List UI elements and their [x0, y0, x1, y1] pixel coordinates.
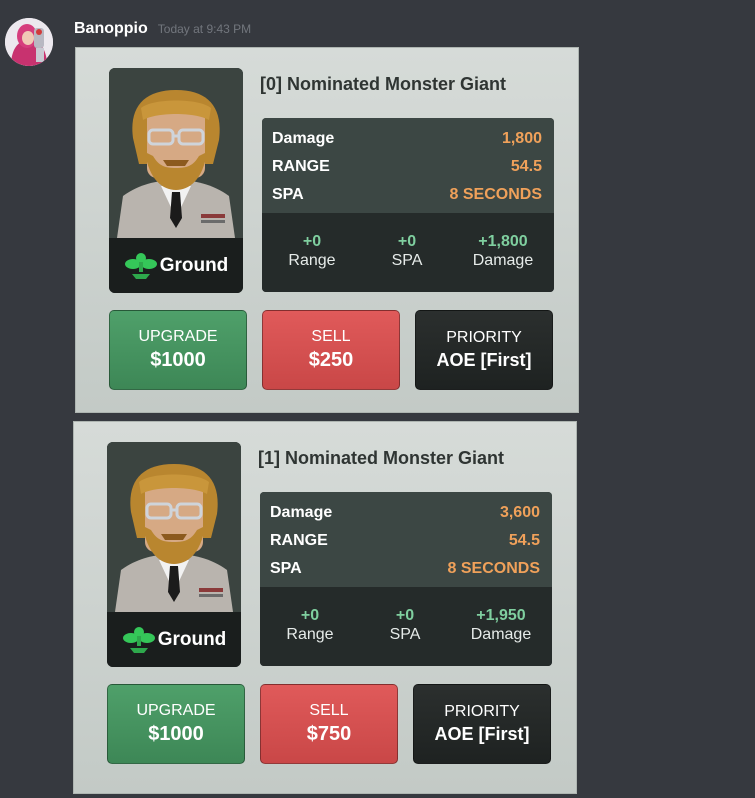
unit-portrait-icon — [107, 442, 241, 612]
stats-boosts: +0 Range +0 SPA +1,800 Damage — [262, 213, 554, 292]
stat-spa: SPA 8 SECONDS — [270, 560, 540, 578]
stat-damage: Damage 1,800 — [272, 130, 542, 148]
stat-value: 8 SECONDS — [447, 560, 540, 577]
stat-range: RANGE 54.5 — [272, 158, 542, 176]
placement-label: Ground — [109, 238, 243, 293]
stats-panel: Damage 1,800 RANGE 54.5 SPA 8 SECONDS +0… — [262, 118, 554, 292]
stat-value: 54.5 — [508, 532, 540, 549]
user-avatar[interactable] — [5, 18, 53, 66]
username[interactable]: Banoppio — [74, 20, 148, 38]
user-avatar-icon — [5, 18, 53, 66]
boost-range: +0 Range — [267, 233, 357, 270]
timestamp: Today at 9:43 PM — [157, 22, 252, 36]
boost-label: Damage — [470, 626, 532, 643]
boost-spa: +0 SPA — [360, 607, 450, 644]
placement-text: Ground — [157, 628, 227, 650]
upgrade-cost: $1000 — [150, 349, 206, 371]
priority-label: PRIORITY — [444, 703, 520, 720]
stat-damage: Damage 3,600 — [270, 504, 540, 522]
sell-button[interactable]: SELL $250 — [262, 310, 400, 390]
unit-title: [1] Nominated Monster Giant — [258, 448, 505, 468]
boost-value: +1,800 — [478, 233, 528, 250]
unit-title: [0] Nominated Monster Giant — [260, 74, 507, 94]
priority-button[interactable]: PRIORITY AOE [First] — [413, 684, 551, 764]
sell-value: $750 — [306, 723, 352, 745]
stat-value: 3,600 — [499, 504, 540, 521]
priority-label: PRIORITY — [446, 329, 522, 346]
stats-panel: Damage 3,600 RANGE 54.5 SPA 8 SECONDS +0… — [260, 492, 552, 666]
sell-value: $250 — [308, 349, 354, 371]
upgrade-button[interactable]: UPGRADE $1000 — [109, 310, 247, 390]
stat-spa: SPA 8 SECONDS — [272, 186, 542, 204]
stat-label: RANGE — [272, 158, 330, 175]
boost-label: Damage — [472, 252, 534, 269]
boost-range: +0 Range — [265, 607, 355, 644]
sell-label: SELL — [309, 702, 349, 719]
boost-label: SPA — [391, 252, 423, 269]
boost-value: +0 — [302, 233, 322, 250]
sell-button[interactable]: SELL $750 — [260, 684, 398, 764]
boost-damage: +1,950 Damage — [456, 607, 546, 644]
priority-value: AOE [First] — [434, 724, 530, 744]
message-header: Banoppio Today at 9:43 PM — [74, 20, 251, 38]
stat-range: RANGE 54.5 — [270, 532, 540, 550]
boost-value: +1,950 — [476, 607, 526, 624]
boost-value: +0 — [397, 233, 417, 250]
upgrade-label: UPGRADE — [138, 328, 218, 345]
upgrade-label: UPGRADE — [136, 702, 216, 719]
sell-label: SELL — [311, 328, 351, 345]
stat-label: SPA — [270, 560, 302, 577]
stat-label: SPA — [272, 186, 304, 203]
boost-damage: +1,800 Damage — [458, 233, 548, 270]
boost-label: SPA — [389, 626, 421, 643]
placement-text: Ground — [159, 254, 229, 276]
priority-button[interactable]: PRIORITY AOE [First] — [415, 310, 553, 390]
unit-portrait-icon — [109, 68, 243, 238]
stats-main: Damage 3,600 RANGE 54.5 SPA 8 SECONDS — [260, 492, 552, 587]
boost-value: +0 — [395, 607, 415, 624]
placement-label: Ground — [107, 612, 241, 667]
stat-label: RANGE — [270, 532, 328, 549]
stats-main: Damage 1,800 RANGE 54.5 SPA 8 SECONDS — [262, 118, 554, 213]
unit-card: Ground [0] Nominated Monster Giant Damag… — [75, 47, 579, 413]
boost-value: +0 — [300, 607, 320, 624]
unit-portrait: Ground — [109, 68, 243, 293]
boost-label: Range — [288, 252, 336, 269]
stat-value: 54.5 — [510, 158, 542, 175]
boost-spa: +0 SPA — [362, 233, 452, 270]
priority-value: AOE [First] — [436, 350, 532, 370]
upgrade-cost: $1000 — [148, 723, 204, 745]
upgrade-button[interactable]: UPGRADE $1000 — [107, 684, 245, 764]
discord-message: Banoppio Today at 9:43 PM Ground [0] Nom… — [0, 0, 755, 798]
ground-plant-icon — [124, 252, 157, 279]
stats-boosts: +0 Range +0 SPA +1,950 Damage — [260, 587, 552, 666]
stat-value: 8 SECONDS — [449, 186, 542, 203]
unit-portrait: Ground — [107, 442, 241, 667]
stat-label: Damage — [272, 130, 335, 147]
ground-plant-icon — [122, 626, 155, 653]
boost-label: Range — [286, 626, 334, 643]
stat-value: 1,800 — [501, 130, 542, 147]
stat-label: Damage — [270, 504, 333, 521]
unit-card: Ground [1] Nominated Monster Giant Damag… — [73, 421, 577, 794]
